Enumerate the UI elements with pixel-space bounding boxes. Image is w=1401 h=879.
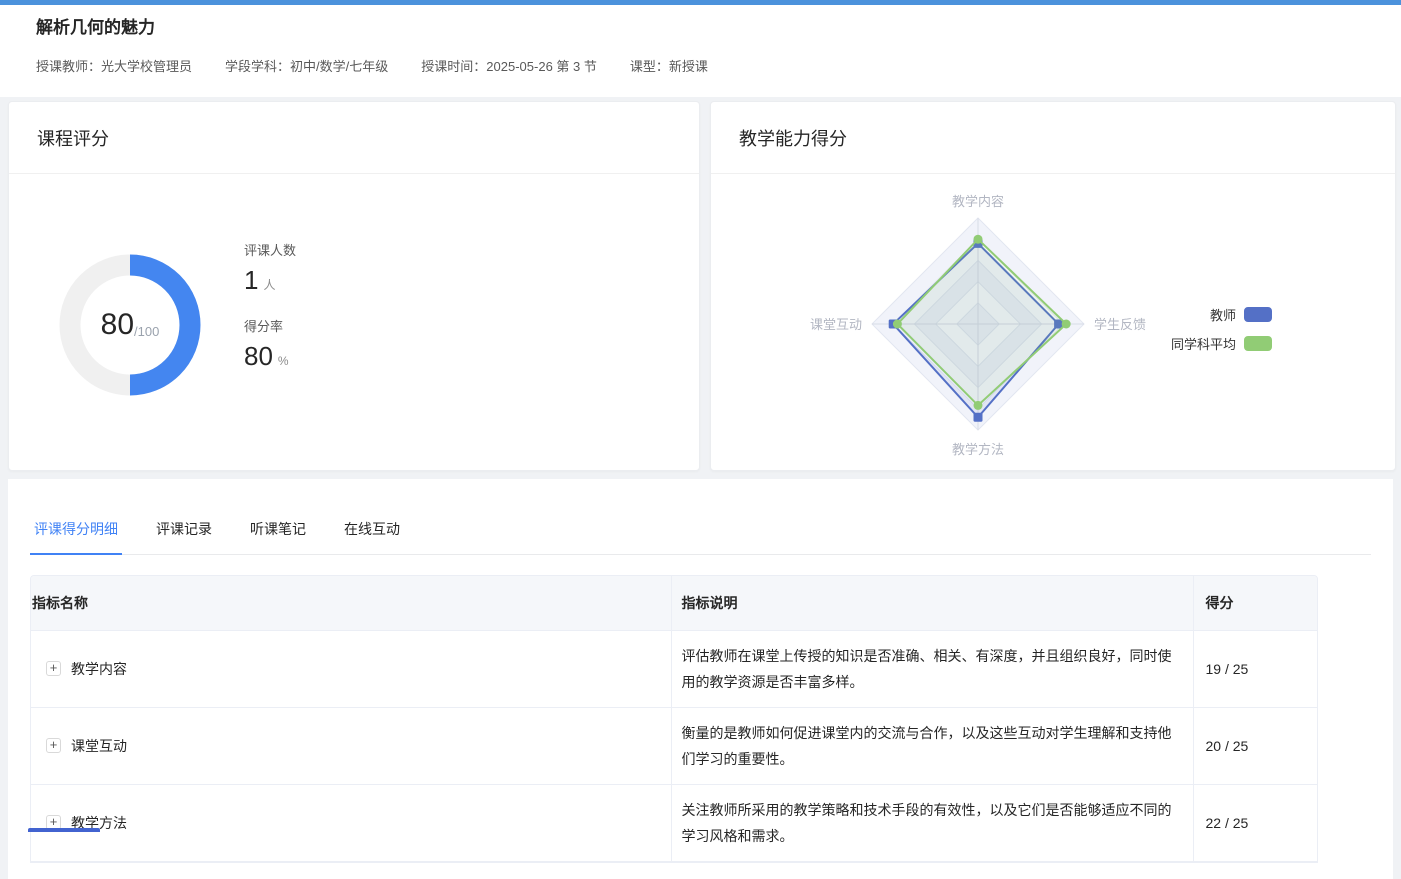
indicator-score: 20 / 25 xyxy=(1193,707,1318,784)
tab-score-detail[interactable]: 评课得分明细 xyxy=(30,519,122,555)
score-rate-value: 80 xyxy=(244,341,273,371)
indicator-name: 教学内容 xyxy=(71,659,127,679)
legend-swatch-subject-average xyxy=(1244,336,1272,351)
svg-text:教学方法: 教学方法 xyxy=(952,442,1004,457)
tab-listening-notes[interactable]: 听课笔记 xyxy=(246,519,310,554)
course-score-card-header: 课程评分 xyxy=(9,102,699,174)
reviewer-count-label: 评课人数 xyxy=(244,240,296,259)
reviewer-count-value-line: 1人 xyxy=(244,265,296,296)
score-rate-value-line: 80% xyxy=(244,341,296,372)
radar-chart: 教学内容学生反馈教学方法 课堂互动 xyxy=(758,174,1198,471)
course-score-card-title: 课程评分 xyxy=(37,125,109,151)
table-row: + 教学方法 关注教师所采用的教学策略和技术手段的有效性，以及它们是否能够适应不… xyxy=(31,784,1318,861)
meta-subject: 学段学科：初中/数学/七年级 xyxy=(225,56,388,75)
expand-row-icon[interactable]: + xyxy=(46,738,61,753)
legend-swatch-teacher xyxy=(1244,307,1272,322)
course-header: 解析几何的魅力 授课教师：光大学校管理员 学段学科：初中/数学/七年级 授课时间… xyxy=(0,5,1401,97)
col-header-indicator-name: 指标名称 xyxy=(31,576,671,630)
expand-row-icon[interactable]: + xyxy=(46,661,61,676)
tab-evaluation-records[interactable]: 评课记录 xyxy=(152,519,216,554)
col-header-indicator-desc: 指标说明 xyxy=(671,576,1193,630)
score-value: 80 xyxy=(101,308,134,342)
tabs-bar: 评课得分明细 评课记录 听课笔记 在线互动 xyxy=(30,479,1371,555)
svg-text:教学内容: 教学内容 xyxy=(952,194,1004,209)
meta-time: 授课时间：2025-05-26 第 3 节 xyxy=(421,56,597,75)
score-donut-center: 80 /100 xyxy=(59,254,201,396)
legend-item-teacher[interactable]: 教师 xyxy=(1171,305,1272,324)
score-donut-chart: 80 /100 xyxy=(59,254,201,396)
svg-text:学生反馈: 学生反馈 xyxy=(1094,317,1146,332)
partially-visible-bottom-element xyxy=(28,828,100,832)
indicator-desc: 关注教师所采用的教学策略和技术手段的有效性，以及它们是否能够适应不同的学习风格和… xyxy=(671,784,1193,861)
tab-online-interaction[interactable]: 在线互动 xyxy=(340,519,404,554)
course-meta-row: 授课教师：光大学校管理员 学段学科：初中/数学/七年级 授课时间：2025-05… xyxy=(36,56,1401,75)
reviewer-count-value: 1 xyxy=(244,265,258,295)
score-rate-label: 得分率 xyxy=(244,316,296,335)
teaching-ability-card-header: 教学能力得分 xyxy=(711,102,1395,174)
reviewer-count-unit: 人 xyxy=(263,278,275,292)
meta-course-type: 课型：新授课 xyxy=(630,56,708,75)
indicator-score: 19 / 25 xyxy=(1193,630,1318,707)
score-stats: 评课人数 1人 得分率 80% xyxy=(244,240,296,372)
table-row: + 课堂互动 衡量的是教师如何促进课堂内的交流与合作，以及这些互动对学生理解和支… xyxy=(31,707,1318,784)
teaching-ability-card: 教学能力得分 教学内容学生反馈教学方法 课堂互动 教师 同学科平均 xyxy=(710,101,1396,471)
teaching-ability-card-title: 教学能力得分 xyxy=(739,125,847,151)
indicator-name: 课堂互动 xyxy=(71,736,127,756)
score-denominator: /100 xyxy=(134,324,159,339)
meta-teacher: 授课教师：光大学校管理员 xyxy=(36,56,192,75)
page-title: 解析几何的魅力 xyxy=(36,16,1401,40)
indicator-score: 22 / 25 xyxy=(1193,784,1318,861)
col-header-score: 得分 xyxy=(1193,576,1318,630)
svg-text:课堂互动: 课堂互动 xyxy=(810,317,862,332)
indicator-table: 指标名称 指标说明 得分 + 教学内容 评估教师在课堂上传授的知识是否准确、相关… xyxy=(30,575,1318,863)
table-row: + 教学内容 评估教师在课堂上传授的知识是否准确、相关、有深度，并且组织良好，同… xyxy=(31,630,1318,707)
legend-item-subject-average[interactable]: 同学科平均 xyxy=(1171,334,1272,353)
score-rate-unit: % xyxy=(278,354,289,368)
evaluation-detail-panel: 评课得分明细 评课记录 听课笔记 在线互动 指标名称 指标说明 得分 + 教学 xyxy=(8,479,1393,879)
indicator-desc: 衡量的是教师如何促进课堂内的交流与合作，以及这些互动对学生理解和支持他们学习的重… xyxy=(671,707,1193,784)
course-score-card: 课程评分 80 /100 评课人数 1人 得分率 80% xyxy=(8,101,700,471)
indicator-desc: 评估教师在课堂上传授的知识是否准确、相关、有深度，并且组织良好，同时使用的教学资… xyxy=(671,630,1193,707)
radar-legend: 教师 同学科平均 xyxy=(1171,305,1272,363)
